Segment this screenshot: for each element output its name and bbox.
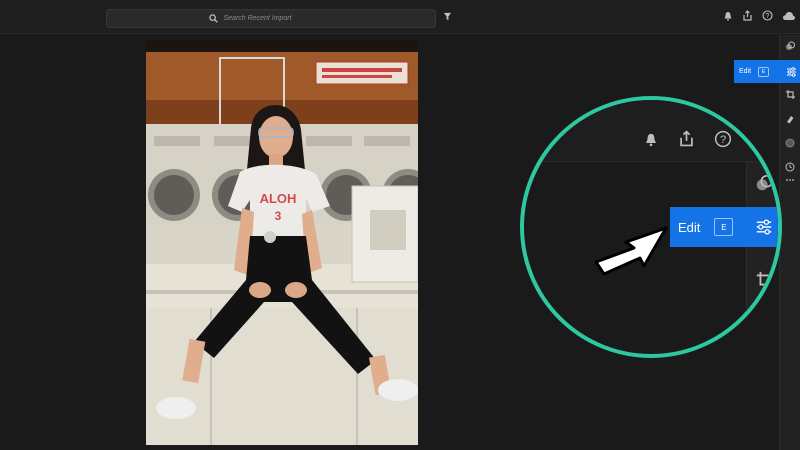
cloud-icon[interactable] [782,10,796,21]
svg-text:ALOH: ALOH [260,191,297,206]
zoom-top-bar: ? [524,100,778,162]
help-icon[interactable]: ? [762,10,773,21]
edit-shortcut-key: E [758,66,770,77]
help-icon: ? [714,130,732,148]
share-icon [678,130,695,147]
edit-label-zoomed: Edit [678,219,701,235]
edit-button-zoomed: Edit E [670,207,778,247]
search-bar[interactable] [106,9,436,28]
color-grading-icon[interactable] [785,41,795,51]
color-grading-icon [755,174,773,192]
search-icon [208,14,218,23]
top-bar: ? [0,0,800,34]
bell-icon[interactable] [723,10,733,21]
crop-icon [755,270,775,290]
healing-icon[interactable] [785,114,795,124]
edit-button[interactable]: Edit E [734,60,800,83]
edit-label: Edit [739,68,752,75]
search-input[interactable] [223,15,334,22]
svg-text:?: ? [766,13,770,20]
masking-icon[interactable] [785,138,795,148]
pointer-cursor-icon [592,222,672,282]
bell-icon [644,132,658,147]
filter-icon[interactable] [443,12,452,21]
edit-sliders-icon [786,66,797,77]
history-icon[interactable] [785,162,795,172]
zoom-toolbar [746,162,778,354]
top-right-icons: ? [723,10,800,21]
svg-text:?: ? [720,134,726,146]
edit-sliders-icon [755,219,773,235]
right-toolbar [779,35,800,450]
crop-icon[interactable] [785,89,796,100]
svg-text:3: 3 [275,209,282,223]
photo-laundromat-woman: ALOH 3 [146,40,418,445]
edit-shortcut-key-zoomed: E [714,218,734,236]
more-icon[interactable] [785,178,795,182]
share-icon[interactable] [742,10,753,21]
photo-preview[interactable]: ALOH 3 [146,40,418,445]
